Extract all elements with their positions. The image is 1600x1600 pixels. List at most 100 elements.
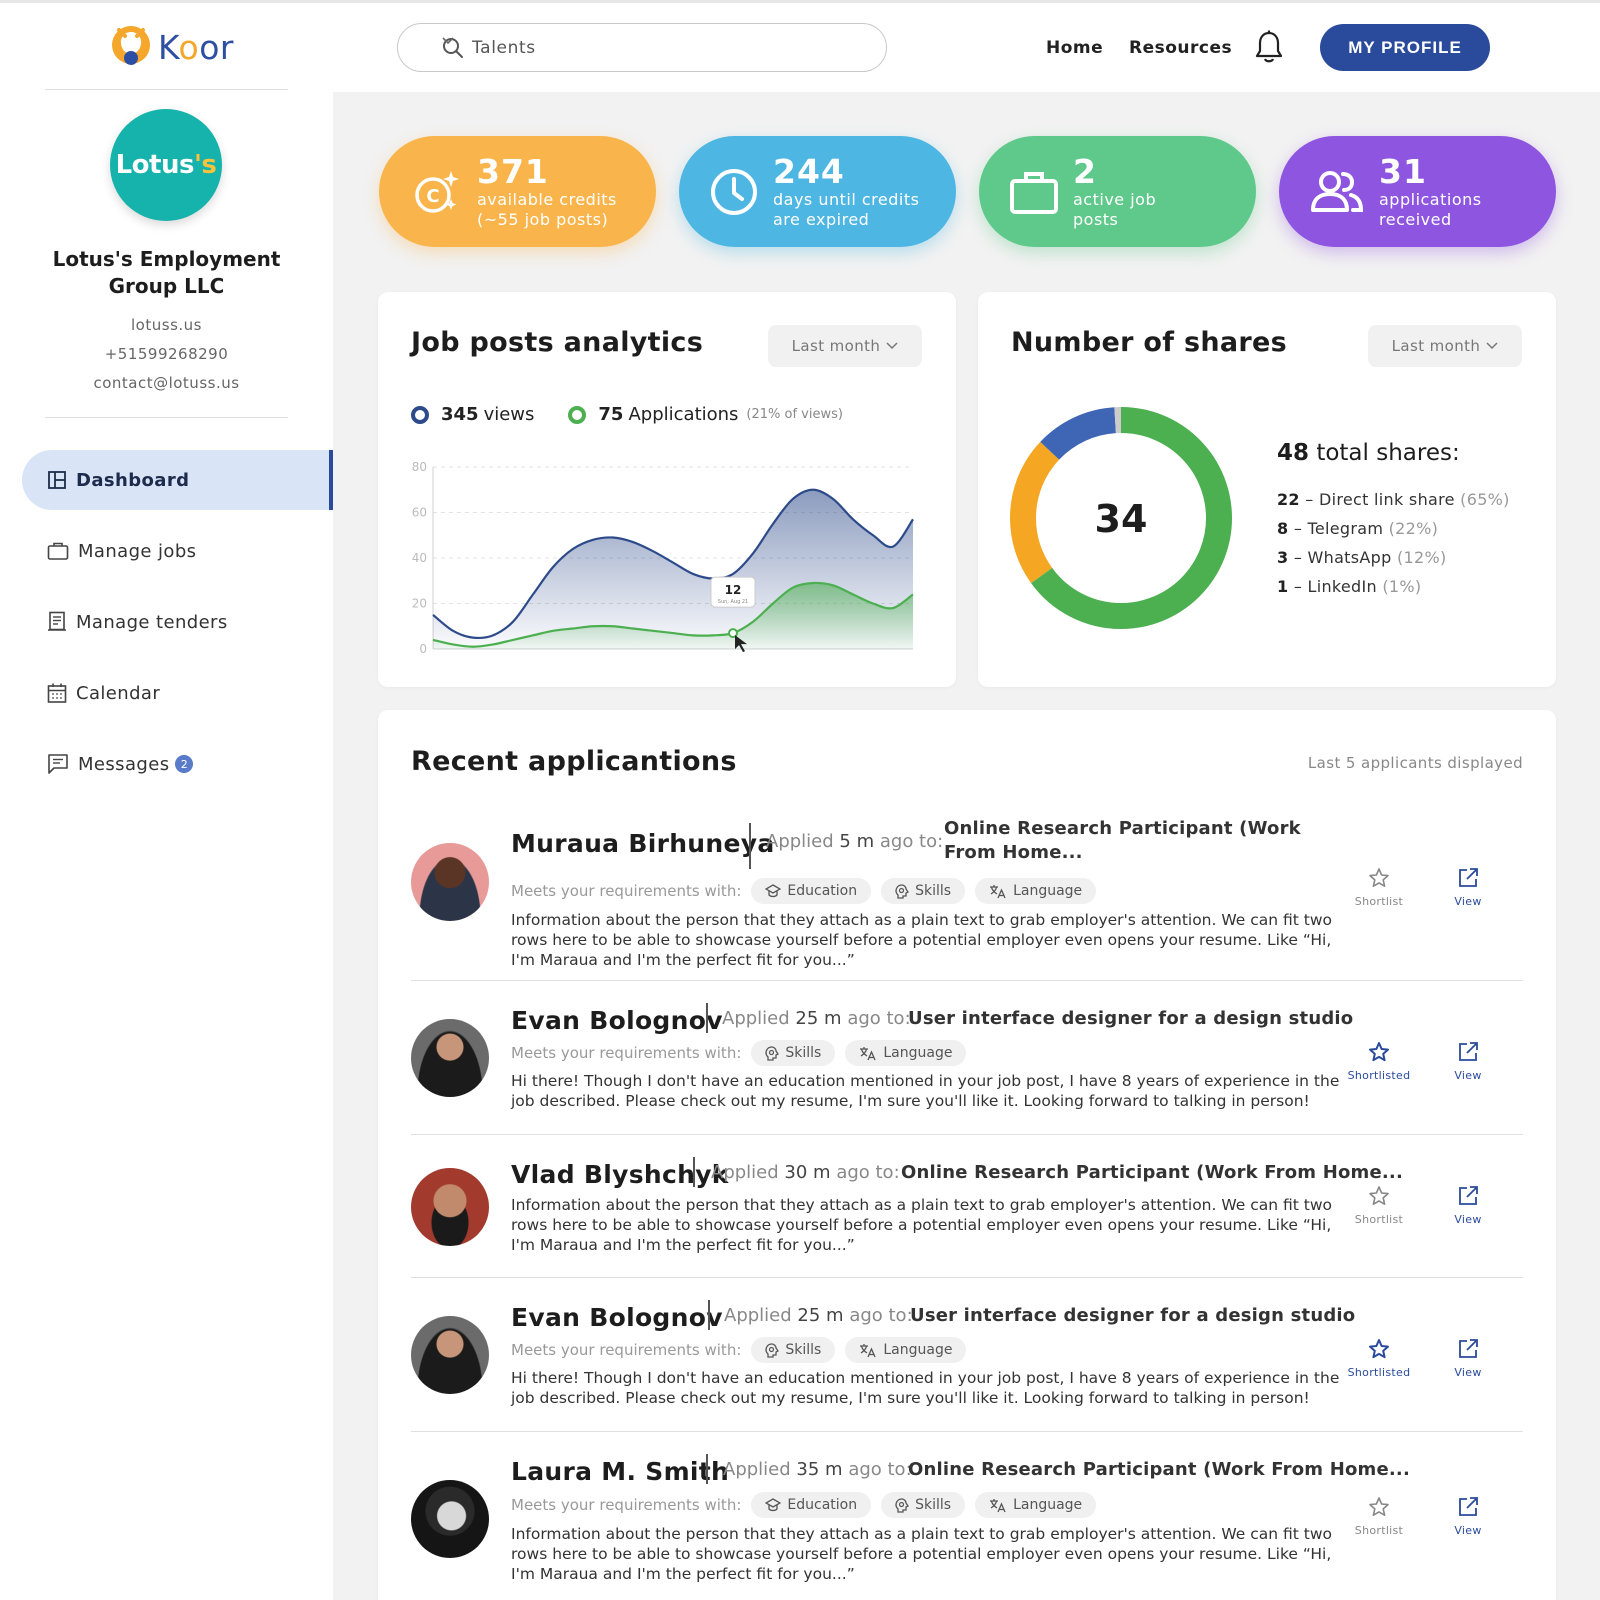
company-website[interactable]: lotuss.us (30, 316, 303, 334)
tag-language: Language (975, 1492, 1097, 1518)
shortlisted-button[interactable]: Shortlisted (1344, 1041, 1414, 1082)
sidebar-item-calendar[interactable]: Calendar (22, 663, 333, 723)
stat-value: 31 (1379, 151, 1427, 191)
share-label: WhatsApp (1307, 548, 1392, 567)
external-link-icon (1459, 868, 1478, 887)
sidebar-item-manage-jobs[interactable]: Manage jobs (22, 521, 333, 581)
applicant-row[interactable]: Muraua Birhuneya Applied 5 m ago to: Onl… (411, 805, 1523, 981)
applicant-row[interactable]: Vlad Blyshchyk Applied 30 m ago to: Onli… (411, 1135, 1523, 1278)
share-percent: (12%) (1396, 548, 1447, 567)
applications-count: 75 (598, 404, 624, 425)
sidebar-item-manage-tenders[interactable]: Manage tenders (22, 592, 333, 652)
applied-job-title[interactable]: User interface designer for a design stu… (910, 1305, 1355, 1326)
my-profile-button[interactable]: MY PROFILE (1320, 24, 1490, 71)
requirements-label: Meets your requirements with: (511, 1496, 742, 1514)
applied-job-title[interactable]: User interface designer for a design stu… (908, 1008, 1353, 1029)
translate-icon (860, 1343, 876, 1357)
applications-label: Applications (628, 404, 739, 425)
view-button[interactable]: View (1433, 1041, 1503, 1082)
external-link-icon (1459, 1497, 1478, 1516)
view-button[interactable]: View (1433, 1496, 1503, 1537)
requirements-label: Meets your requirements with: (511, 1341, 742, 1359)
applications-note: (21% of views) (746, 407, 843, 422)
education-icon (765, 884, 782, 898)
company-logo-text: Lotus's (115, 150, 217, 180)
applicant-row[interactable]: Laura M. Smith Applied 35 m ago to: Onli… (411, 1432, 1523, 1600)
talents-search[interactable]: Talents (397, 23, 887, 72)
share-item-whatsapp: 3 – WhatsApp (12%) (1277, 548, 1447, 567)
share-item-linkedin: 1 – LinkedIn (1%) (1277, 577, 1422, 596)
y-tick-label: 40 (412, 551, 427, 565)
skills-icon (765, 1045, 780, 1061)
applied-time: Applied 25 m ago to: (722, 1008, 911, 1029)
stat-card-credits[interactable]: C 371 available credits (~55 job posts) (379, 136, 656, 247)
applicant-message: Information about the person that they a… (511, 1196, 1333, 1254)
applied-time: Applied 35 m ago to: (723, 1459, 912, 1480)
view-button[interactable]: View (1433, 867, 1503, 908)
applicant-name[interactable]: Muraua Birhuneya (511, 829, 775, 858)
applicant-name[interactable]: Laura M. Smith (511, 1457, 729, 1486)
applicant-avatar (411, 1480, 489, 1558)
koor-logo-text: Koor (158, 27, 234, 67)
analytics-area-chart[interactable]: 0 20 40 60 80 12 Sun, Aug 21 (403, 457, 923, 667)
skills-icon (765, 1342, 780, 1358)
top-border (0, 0, 1600, 3)
view-button[interactable]: View (1433, 1185, 1503, 1226)
shortlisted-button[interactable]: Shortlisted (1344, 1338, 1414, 1379)
credits-icon: C (415, 170, 459, 213)
shares-total-label: total shares: (1316, 440, 1460, 466)
company-logo: Lotus's (110, 109, 222, 221)
name-divider (706, 1454, 708, 1484)
view-button[interactable]: View (1433, 1338, 1503, 1379)
shares-period-dropdown[interactable]: Last month (1368, 325, 1522, 367)
stat-value: 244 (773, 151, 845, 191)
dropdown-value: Last month (791, 337, 881, 355)
share-percent: (1%) (1382, 577, 1422, 596)
stat-card-active-jobs[interactable]: 2 active job posts (979, 136, 1256, 247)
shortlist-button[interactable]: Shortlist (1344, 1496, 1414, 1537)
shortlist-button[interactable]: Shortlist (1344, 867, 1414, 908)
sidebar-item-messages[interactable]: Messages 2 (22, 734, 333, 794)
skills-icon (895, 1497, 910, 1513)
share-percent: (22%) (1388, 519, 1439, 538)
stat-label: received (1379, 209, 1452, 229)
applied-job-title[interactable]: Online Research Participant (Work From H… (944, 817, 1344, 865)
applicant-name[interactable]: Vlad Blyshchyk (511, 1160, 729, 1189)
applied-time: Applied 30 m ago to: (711, 1162, 900, 1183)
applied-job-title[interactable]: Online Research Participant (Work From H… (901, 1162, 1403, 1183)
applicant-row[interactable]: Evan Bolognov Applied 25 m ago to: User … (411, 981, 1523, 1135)
translate-icon (990, 1498, 1006, 1512)
tag-skills: Skills (751, 1337, 836, 1363)
shares-donut-chart[interactable]: 34 (1001, 398, 1241, 638)
company-phone: +51599268290 (104, 345, 229, 363)
share-count: 1 (1277, 577, 1289, 596)
applied-job-title[interactable]: Online Research Participant (Work From H… (908, 1459, 1410, 1480)
stat-label: active job (1073, 189, 1157, 209)
applicant-avatar (411, 1019, 489, 1097)
company-email[interactable]: contact@lotuss.us (30, 374, 303, 392)
notification-bell-icon[interactable] (1255, 30, 1283, 64)
stat-card-days-left[interactable]: 244 days until credits are expired (679, 136, 956, 247)
stat-card-applications[interactable]: 31 applications received (1279, 136, 1556, 247)
applicant-row[interactable]: Evan Bolognov Applied 25 m ago to: User … (411, 1278, 1523, 1432)
applicant-name[interactable]: Evan Bolognov (511, 1006, 723, 1035)
views-count: 345 (441, 404, 479, 425)
analytics-legend: 345 views 75 Applications (21% of views) (411, 404, 843, 425)
name-divider (706, 1003, 708, 1033)
analytics-period-dropdown[interactable]: Last month (768, 325, 922, 367)
star-outline-icon (1369, 868, 1389, 887)
nav-resources-link[interactable]: Resources (1129, 38, 1232, 58)
nav-home-link[interactable]: Home (1046, 38, 1103, 58)
stat-value: 371 (477, 151, 549, 191)
applicant-message: Information about the person that they a… (511, 1525, 1333, 1583)
sidebar-item-label: Manage jobs (78, 540, 197, 562)
applicant-name[interactable]: Evan Bolognov (511, 1303, 723, 1332)
analytics-title: Job posts analytics (411, 327, 704, 358)
name-divider (708, 1300, 710, 1330)
external-link-icon (1459, 1339, 1478, 1358)
sidebar-item-dashboard[interactable]: Dashboard (22, 450, 333, 510)
koor-logo[interactable]: Koor (110, 24, 234, 70)
clock-icon (711, 168, 757, 215)
shortlist-button[interactable]: Shortlist (1344, 1185, 1414, 1226)
tag-language: Language (845, 1337, 967, 1363)
